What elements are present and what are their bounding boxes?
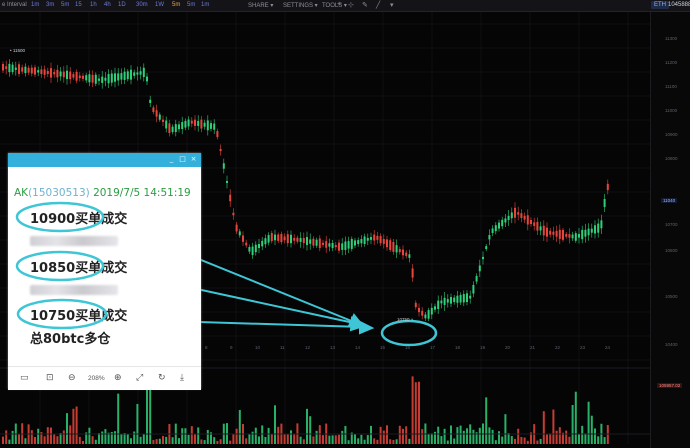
highlight-circles <box>15 201 108 330</box>
last-price-tag: 11040 <box>661 198 678 203</box>
price-highlight-circle <box>380 319 438 347</box>
timeframe-active[interactable]: 5m <box>172 2 180 8</box>
instrument-pill[interactable]: ETH <box>651 1 669 9</box>
timeframe-1h[interactable]: 1h <box>90 2 97 8</box>
share-menu[interactable]: SHARE ▾ <box>248 2 273 9</box>
time-axis-label: 8 <box>205 345 208 350</box>
tools-menu[interactable]: TOOLS ▾ <box>322 2 347 9</box>
price-axis-label: 11300 <box>665 36 678 41</box>
timeframe-1d[interactable]: 1D <box>118 2 126 8</box>
price-axis-label: 10800 <box>665 156 678 161</box>
more-tools-icon[interactable]: ▾ <box>390 1 394 9</box>
price-axis-label: 11000 <box>665 108 678 113</box>
timeframe-5m-b[interactable]: 5m <box>187 2 195 8</box>
volume-value-tag: 105957.02 <box>657 383 683 388</box>
crosshair-icon[interactable]: + <box>337 1 341 8</box>
timeframe-30m[interactable]: 30m <box>136 2 148 8</box>
zoom-out-icon[interactable]: ⊖ <box>68 373 76 383</box>
time-axis-label: 16 <box>405 345 411 350</box>
fit-icon[interactable]: ⊡ <box>46 373 54 383</box>
zoom-level: 208% <box>88 375 105 382</box>
pencil-icon[interactable]: ✎ <box>362 1 368 9</box>
header-price: 10458882 <box>668 2 690 8</box>
timeframe-1w[interactable]: 1W <box>155 2 164 8</box>
download-icon[interactable]: ⤓ <box>180 373 184 383</box>
settings-menu[interactable]: SETTINGS ▾ <box>283 2 318 9</box>
time-axis-label: 10 <box>255 345 261 350</box>
time-axis-label: 11 <box>280 345 285 350</box>
line-tool-icon[interactable]: ╱ <box>376 1 380 9</box>
time-axis-label: 17 <box>430 345 436 350</box>
price-axis-label: 10600 <box>665 248 678 253</box>
price-axis-label: 10700 <box>665 222 678 227</box>
time-axis-label: 15 <box>380 345 386 350</box>
top-price-marker: • 11500 <box>10 48 26 53</box>
price-axis-label: 10500 <box>665 294 678 299</box>
timeframe-1m[interactable]: 1m <box>31 2 39 8</box>
chat-message-popup: _ □ × AK(15030513) 2019/7/5 14:51:19 109… <box>8 153 201 390</box>
symbol-label[interactable]: e Interval <box>2 2 27 8</box>
chart-toolbar: e Interval 1m 3m 5m 15 1h 4h 1D 30m 1W 5… <box>0 0 690 12</box>
time-axis-label: 14 <box>355 345 361 350</box>
time-axis-label: 18 <box>455 345 461 350</box>
timeframe-4h[interactable]: 4h <box>104 2 111 8</box>
trading-chart-screen: e Interval 1m 3m 5m 15 1h 4h 1D 30m 1W 5… <box>0 0 690 448</box>
price-axis-label: 11100 <box>665 84 677 89</box>
timeframe-1m-b[interactable]: 1m <box>201 2 209 8</box>
fullscreen-icon[interactable]: ⤢ <box>136 373 143 383</box>
time-axis-label: 19 <box>480 345 486 350</box>
time-axis-label: 12 <box>305 345 311 350</box>
time-axis-label: 13 <box>330 345 336 350</box>
time-axis-label: 22 <box>555 345 561 350</box>
price-axis-label: 10400 <box>665 342 678 347</box>
price-axis-label: 11200 <box>665 60 678 65</box>
time-axis-label: 24 <box>605 345 611 350</box>
price-axis[interactable]: 11300 11200 11100 11000 10900 10800 1104… <box>650 12 690 448</box>
fill-price-marker: 10750 + <box>397 317 414 322</box>
time-axis-label: 21 <box>530 345 536 350</box>
cursor-icon[interactable]: ⊹ <box>348 1 354 9</box>
rotate-icon[interactable]: ↻ <box>158 373 166 383</box>
time-axis-label: 23 <box>580 345 586 350</box>
timeframe-5m[interactable]: 5m <box>61 2 69 8</box>
time-axis-label: 20 <box>505 345 511 350</box>
timeframe-3m[interactable]: 3m <box>46 2 54 8</box>
image-viewer-toolbar: ▭ ⊡ ⊖ 208% ⊕ ⤢ ↻ ⤓ <box>8 366 201 390</box>
price-axis-label: 10900 <box>665 132 678 137</box>
timeframe-15[interactable]: 15 <box>75 2 82 8</box>
gallery-icon[interactable]: ▭ <box>20 373 29 383</box>
time-axis-label: 9 <box>230 345 233 350</box>
zoom-in-icon[interactable]: ⊕ <box>114 373 122 383</box>
